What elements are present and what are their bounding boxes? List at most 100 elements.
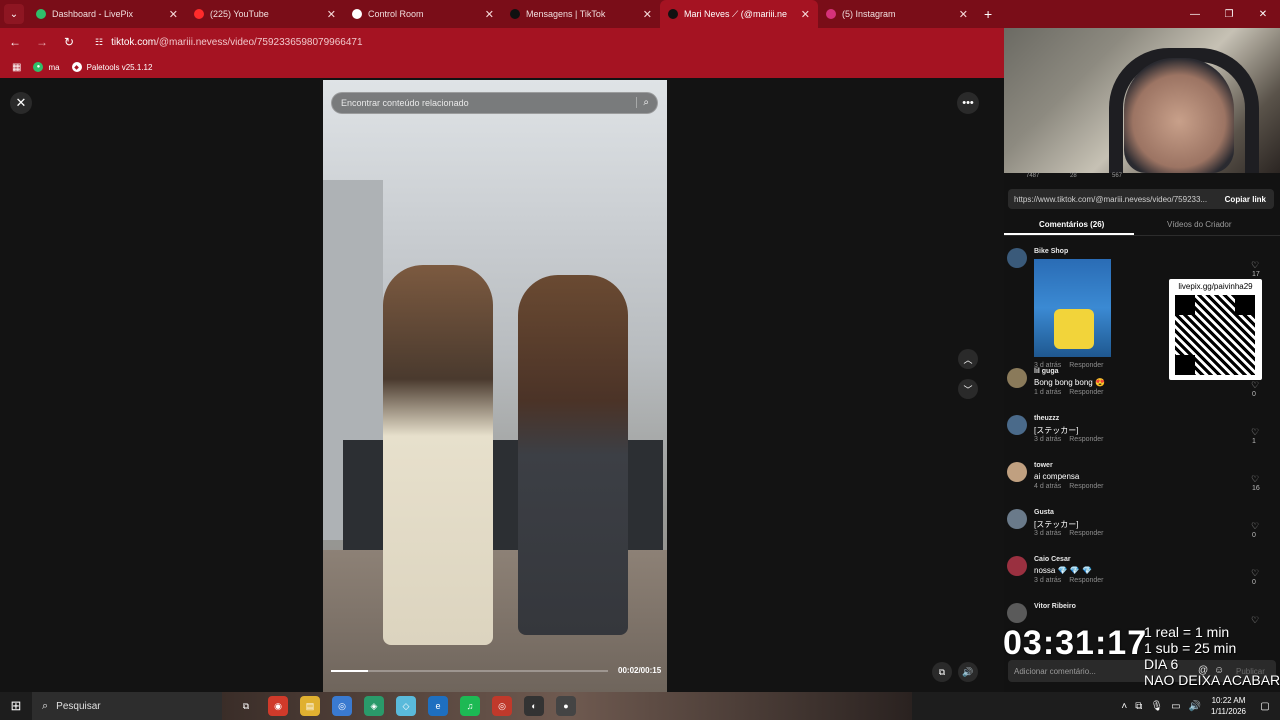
forward-icon[interactable]: → [30,30,54,54]
like-heart-icon[interactable]: ♡ [1251,260,1259,271]
close-tab-icon[interactable]: ✕ [801,8,810,21]
avatar[interactable] [1007,368,1027,388]
obs-icon[interactable]: ◐ [524,696,544,716]
chrome-icon[interactable]: ◎ [492,696,512,716]
browser-tab[interactable]: Control Room ✕ [344,0,502,28]
browser-tab[interactable]: Dashboard - LivePix ✕ [28,0,186,28]
windows-start-icon[interactable]: ⊞ [0,692,32,720]
video-stage: ✕ ••• ︿ ﹀ ⧉ 🔊 Encontrar conteúdo relacio… [0,80,1004,692]
comment-like-count: 1 [1252,438,1256,445]
comment-username[interactable]: lil guga [1034,368,1059,375]
browser-tab[interactable]: (225) YouTube ✕ [186,0,344,28]
back-icon[interactable]: ← [3,30,27,54]
taskbar-search[interactable]: ⌕ Pesquisar [32,692,222,720]
comment-username[interactable]: theuzzz [1034,415,1059,422]
reload-icon[interactable]: ↻ [57,30,81,54]
comment-text: nossa 💎 💎 💎 [1034,566,1092,575]
avatar[interactable] [1007,509,1027,529]
chevron-up-icon[interactable]: ˄ [1121,701,1127,712]
comment-time: 3 d atrás [1034,530,1062,537]
reply-button[interactable]: Responder [1069,530,1103,537]
new-tab-button[interactable]: + [984,6,992,22]
comment-text: [ステッカー] [1034,426,1079,435]
microphone-icon[interactable]: 🎙 [1150,701,1163,712]
close-video-icon[interactable]: ✕ [10,92,32,114]
like-heart-icon[interactable]: ♡ [1251,615,1259,626]
related-search-input[interactable]: Encontrar conteúdo relacionado ⌕ [331,92,658,114]
like-heart-icon[interactable]: ♡ [1251,474,1259,485]
reply-button[interactable]: Responder [1069,483,1103,490]
tab-search-icon[interactable]: ⌄ [4,4,24,24]
bookmark-ma[interactable]: ● ma [33,62,60,72]
app-icon[interactable]: ◉ [268,696,288,716]
avatar[interactable] [1007,556,1027,576]
reply-button[interactable]: Responder [1069,436,1103,443]
browser-tab[interactable]: (5) Instagram ✕ [818,0,976,28]
webcam-scene [1124,58,1234,173]
avatar[interactable] [1007,248,1027,268]
edge-icon[interactable]: e [428,696,448,716]
close-tab-icon[interactable]: ✕ [485,8,494,21]
tab-strip: Dashboard - LivePix ✕ (225) YouTube ✕ Contro… [28,0,976,28]
tab-creator-videos[interactable]: Vídeos do Criador [1167,220,1231,229]
chrome-icon[interactable]: ◎ [332,696,352,716]
active-tab-indicator [1004,233,1134,235]
tab-title: Control Room [368,9,424,19]
share-link[interactable]: https://www.tiktok.com/@mariii.nevess/vi… [1014,195,1217,204]
close-tab-icon[interactable]: ✕ [327,8,336,21]
comment-username[interactable]: Gusta [1034,509,1054,516]
task-view-icon[interactable]: ⧉ [236,696,256,716]
bookmark-label: ma [48,62,60,72]
reply-button[interactable]: Responder [1069,577,1103,584]
spotify-icon[interactable]: ♫ [460,696,480,716]
copy-link-button[interactable]: Copiar link [1217,195,1274,204]
like-heart-icon[interactable]: ♡ [1251,427,1259,438]
app-icon[interactable]: ◈ [364,696,384,716]
like-heart-icon[interactable]: ♡ [1251,521,1259,532]
search-icon[interactable]: ⌕ [636,97,649,108]
browser-tab[interactable]: Mari Neves ⟋ (@mariii.ne ✕ [660,0,818,28]
video-progress-bar[interactable] [331,670,608,672]
close-window-icon[interactable]: ✕ [1246,0,1280,28]
avatar[interactable] [1007,603,1027,623]
video-player[interactable]: Encontrar conteúdo relacionado ⌕ 00:02/0… [323,80,667,692]
apps-grid-icon[interactable]: ▦ [12,62,21,73]
avatar[interactable] [1007,415,1027,435]
app-tray-icon[interactable]: ⧉ [1135,701,1142,712]
clock[interactable]: 10:22 AM 1/11/2026 [1211,695,1246,717]
bookmark-paletools[interactable]: ◆ Paletools v25.1.12 [71,62,152,72]
tab-comments[interactable]: Comentários (26) [1039,220,1104,229]
close-tab-icon[interactable]: ✕ [169,8,178,21]
url-field[interactable]: ☷ tiktok.com/@mariii.nevess/video/759233… [95,37,363,48]
previous-video-icon[interactable]: ︿ [958,349,978,369]
network-icon[interactable]: ▭ [1171,701,1180,712]
comment-like-count: 16 [1252,485,1260,492]
app-icon[interactable]: ● [556,696,576,716]
minimize-icon[interactable]: — [1178,0,1212,28]
like-heart-icon[interactable]: ♡ [1251,380,1259,391]
tiktok-icon [668,9,678,19]
restore-icon[interactable]: ❐ [1212,0,1246,28]
close-tab-icon[interactable]: ✕ [643,8,652,21]
browser-tab[interactable]: Mensagens | TikTok ✕ [502,0,660,28]
comment-like-count: 0 [1252,391,1256,398]
avatar[interactable] [1007,462,1027,482]
notifications-icon[interactable]: ▢ [1256,697,1274,715]
next-video-icon[interactable]: ﹀ [958,379,978,399]
close-tab-icon[interactable]: ✕ [959,8,968,21]
picture-in-picture-icon[interactable]: ⧉ [932,662,952,682]
comment-username[interactable]: Caio Cesar [1034,556,1071,563]
site-info-icon[interactable]: ☷ [95,37,103,48]
volume-icon[interactable]: 🔊 [1189,701,1201,712]
comment-username[interactable]: Vitor Ribeiro [1034,603,1076,610]
comment-meta: 1 d atrás Responder [1034,389,1104,396]
like-heart-icon[interactable]: ♡ [1251,568,1259,579]
comment-username[interactable]: tower [1034,462,1053,469]
more-options-icon[interactable]: ••• [957,92,979,114]
reply-button[interactable]: Responder [1069,389,1103,396]
app-icon[interactable]: ◇ [396,696,416,716]
comment-username[interactable]: Bike Shop [1034,248,1068,255]
file-explorer-icon[interactable]: ▤ [300,696,320,716]
volume-icon[interactable]: 🔊 [958,662,978,682]
comment-count: 28 [1070,173,1077,179]
